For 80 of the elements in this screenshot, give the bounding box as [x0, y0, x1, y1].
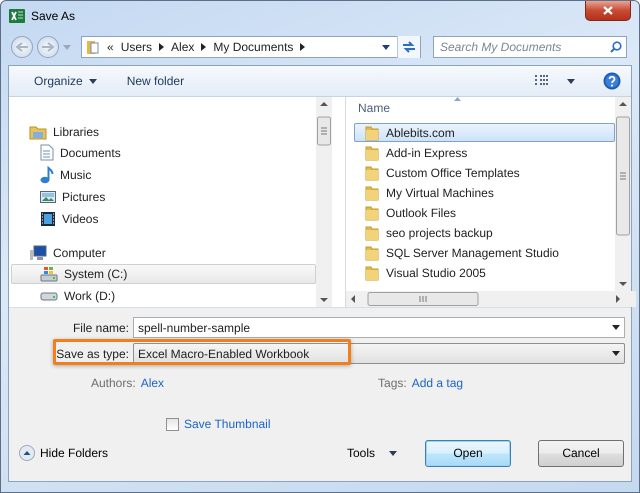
checkbox[interactable] [166, 418, 179, 430]
folder-icon [86, 39, 100, 55]
folder-row[interactable]: Visual Studio 2005 [354, 263, 615, 282]
window-title: Save As [31, 9, 76, 23]
checkbox-label[interactable]: Save Thumbnail [184, 417, 270, 431]
tags-label: Tags: [378, 376, 407, 390]
nav-group[interactable]: Computer [9, 243, 316, 264]
caret-icon [88, 78, 97, 84]
nav-item[interactable]: System (C:) [11, 264, 316, 284]
folder-icon [365, 264, 379, 280]
folder-icon [365, 164, 379, 180]
picture-icon [40, 190, 56, 204]
folder-row[interactable]: Custom Office Templates [354, 163, 615, 182]
field-label: File name: [72, 320, 129, 334]
nav-item[interactable]: Work (D:) [11, 286, 316, 306]
nav-item[interactable]: Pictures [11, 186, 316, 207]
dropdown-caret-icon[interactable] [382, 44, 390, 50]
folder-row[interactable]: Outlook Files [354, 203, 615, 222]
refresh-button[interactable] [397, 36, 420, 58]
sort-arrow-icon [454, 97, 461, 101]
arrow-icon [16, 42, 28, 52]
nav-group[interactable]: Libraries [9, 122, 316, 142]
folder-icon [365, 184, 379, 200]
folder-icon [365, 244, 379, 260]
nav-item[interactable]: Documents [11, 142, 316, 163]
nav-item[interactable]: Music [11, 164, 316, 185]
dialog-button[interactable]: Cancel [538, 440, 624, 466]
folder-icon [365, 224, 379, 240]
drive-icon [40, 290, 58, 302]
arrow-icon [42, 42, 54, 52]
scrollbar[interactable] [316, 97, 332, 307]
library-folder-icon [29, 124, 47, 140]
spreadsheet-icon [9, 8, 25, 24]
breadcrumb[interactable]: Users [120, 40, 152, 54]
folder-row[interactable]: Ablebits.com [354, 123, 615, 142]
dropdown-caret-icon [612, 325, 620, 330]
column-header[interactable]: Name [358, 101, 390, 115]
new-folder-button[interactable]: New folder [120, 71, 192, 91]
chevron-icon[interactable] [300, 43, 306, 51]
authors-label: Authors: [91, 376, 136, 390]
chevron-icon[interactable] [201, 43, 206, 51]
film-icon [40, 210, 56, 227]
tools-menu[interactable]: Tools [340, 445, 403, 461]
breadcrumb[interactable]: Alex [171, 40, 194, 54]
dialog-button[interactable]: Open [425, 440, 511, 466]
collapse-icon [19, 445, 35, 461]
refresh-icon [402, 41, 416, 53]
folder-row[interactable]: SQL Server Management Studio [354, 243, 615, 262]
scrollbar[interactable] [615, 97, 631, 291]
scrollbar[interactable] [346, 291, 636, 307]
folder-row[interactable]: Add-in Express [354, 143, 615, 162]
caret-icon [389, 450, 397, 456]
document-icon [40, 144, 54, 162]
organize-menu[interactable]: Organize [27, 71, 104, 91]
computer-icon [29, 245, 47, 262]
chevron-icon[interactable] [159, 43, 164, 51]
dropdown-caret-icon [612, 351, 620, 356]
tags-link[interactable]: Add a tag [412, 376, 464, 390]
field-label: Save as type: [55, 346, 129, 360]
hide-folders-button[interactable]: Hide Folders [19, 445, 108, 461]
drive-icon [40, 266, 58, 282]
folder-icon [365, 144, 379, 160]
breadcrumb[interactable]: My Documents [213, 40, 294, 54]
address-bar[interactable]: « Users Alex My Documents [81, 36, 421, 58]
file-type-dropdown[interactable]: Excel Macro-Enabled Workbook [133, 343, 625, 364]
folder-row[interactable]: My Virtual Machines [354, 183, 615, 202]
view-caret-icon[interactable] [567, 78, 575, 84]
search-field[interactable]: Search My Documents [433, 36, 627, 58]
file-name-field[interactable]: spell-number-sample [133, 317, 625, 338]
close-icon [603, 6, 613, 15]
nav-item[interactable]: Videos [11, 208, 316, 229]
folder-icon [365, 124, 379, 140]
music-note-icon [40, 166, 54, 184]
overflow-chevron[interactable]: « [107, 40, 114, 54]
close-button[interactable] [585, 1, 631, 21]
folder-row[interactable]: seo projects backup [354, 223, 615, 242]
folder-icon [365, 204, 379, 220]
search-icon [610, 41, 622, 53]
authors-link[interactable]: Alex [140, 376, 164, 390]
help-icon[interactable] [603, 72, 621, 90]
